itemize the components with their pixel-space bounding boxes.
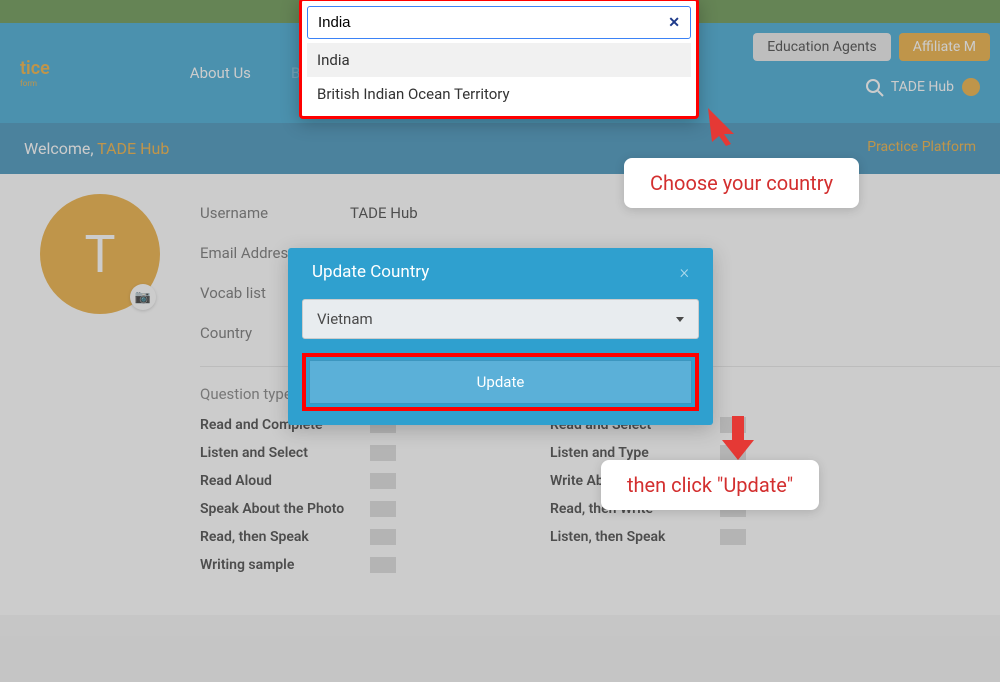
dropdown-option[interactable]: India bbox=[307, 43, 691, 77]
arrow-annotation bbox=[706, 106, 746, 146]
close-icon[interactable]: × bbox=[680, 262, 689, 283]
country-search-input[interactable] bbox=[318, 14, 668, 31]
update-country-modal: Update Country × Vietnam Update bbox=[288, 248, 713, 425]
callout-choose-country: Choose your country bbox=[624, 158, 859, 208]
callout-click-update: then click "Update" bbox=[601, 460, 819, 510]
modal-title: Update Country bbox=[312, 262, 429, 283]
update-button[interactable]: Update bbox=[309, 360, 692, 404]
arrow-annotation bbox=[718, 414, 758, 462]
dropdown-option[interactable]: British Indian Ocean Territory bbox=[307, 77, 691, 111]
update-highlight: Update bbox=[302, 353, 699, 411]
clear-icon[interactable]: ✕ bbox=[668, 15, 680, 31]
country-select[interactable]: Vietnam bbox=[302, 299, 699, 339]
country-search-dropdown: ✕ India British Indian Ocean Territory bbox=[299, 0, 699, 119]
chevron-down-icon bbox=[676, 317, 684, 322]
